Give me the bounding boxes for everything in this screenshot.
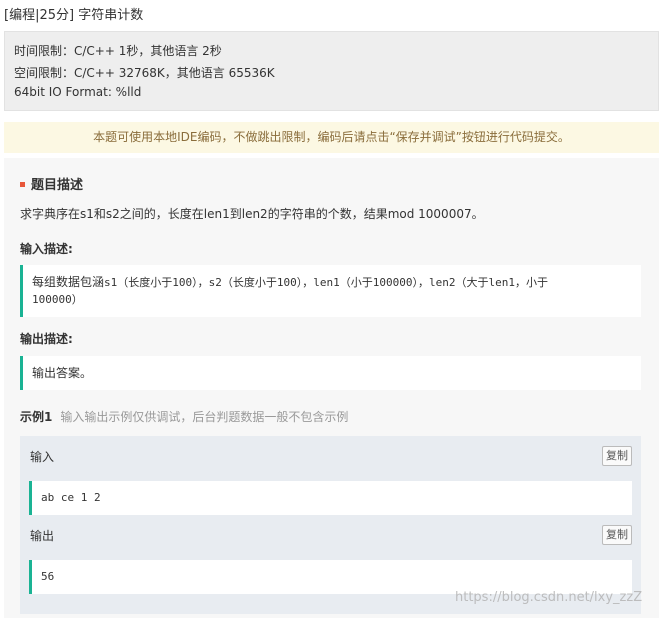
input-description-line-1: 每组数据包涵s1（长度小于100），s2（长度小于100），len1（小于100…	[32, 273, 548, 292]
page-title: [编程|25分] 字符串计数	[4, 8, 144, 23]
example-output-code: 56	[29, 560, 632, 594]
output-description-text: 输出答案。	[32, 366, 93, 380]
input-description-block: 每组数据包涵s1（长度小于100），s2（长度小于100），len1（小于100…	[20, 265, 641, 317]
space-limit: 空间限制：C/C++ 32768K，其他语言 65536K	[14, 66, 275, 80]
input-description-heading: 输入描述:	[20, 242, 73, 256]
example-input-label: 输入	[30, 450, 55, 464]
example-output-label: 输出	[30, 529, 55, 543]
example-title: 示例1	[20, 410, 53, 424]
input-description-mono: s1（长度小于100），s2（长度小于100），len1（小于100000），l…	[104, 276, 548, 289]
problem-description: 求字典序在s1和s2之间的，长度在len1到len2的字符串的个数，结果mod …	[20, 207, 484, 221]
output-description-heading: 输出描述:	[20, 332, 73, 346]
output-description-block: 输出答案。	[20, 356, 641, 390]
example-hint: 输入输出示例仅供调试，后台判题数据一般不包含示例	[60, 410, 349, 424]
watermark: https://blog.csdn.net/lxy_zzZ	[455, 590, 643, 605]
heading-marker-icon	[20, 182, 25, 187]
description-heading-label: 题目描述	[31, 178, 84, 193]
copy-input-button[interactable]: 复制	[602, 446, 632, 466]
description-heading: 题目描述	[20, 174, 83, 193]
time-limit: 时间限制：C/C++ 1秒，其他语言 2秒	[14, 44, 222, 58]
example-panel: 输入 复制 ab ce 1 2 输出 复制 56	[20, 436, 641, 614]
ide-notice: 本题可使用本地IDE编码，不做跳出限制，编码后请点击“保存并调试”按钮进行代码提…	[4, 122, 659, 153]
example-input-code: ab ce 1 2	[29, 481, 632, 515]
input-description-line-2: 100000）	[32, 293, 83, 306]
limits-panel: 时间限制：C/C++ 1秒，其他语言 2秒 空间限制：C/C++ 32768K，…	[4, 31, 659, 111]
copy-output-button[interactable]: 复制	[602, 525, 632, 545]
example-heading: 示例1 输入输出示例仅供调试，后台判题数据一般不包含示例	[20, 408, 348, 425]
io-format: 64bit IO Format: %lld	[14, 85, 142, 99]
input-description-prefix: 每组数据包涵	[32, 275, 105, 289]
